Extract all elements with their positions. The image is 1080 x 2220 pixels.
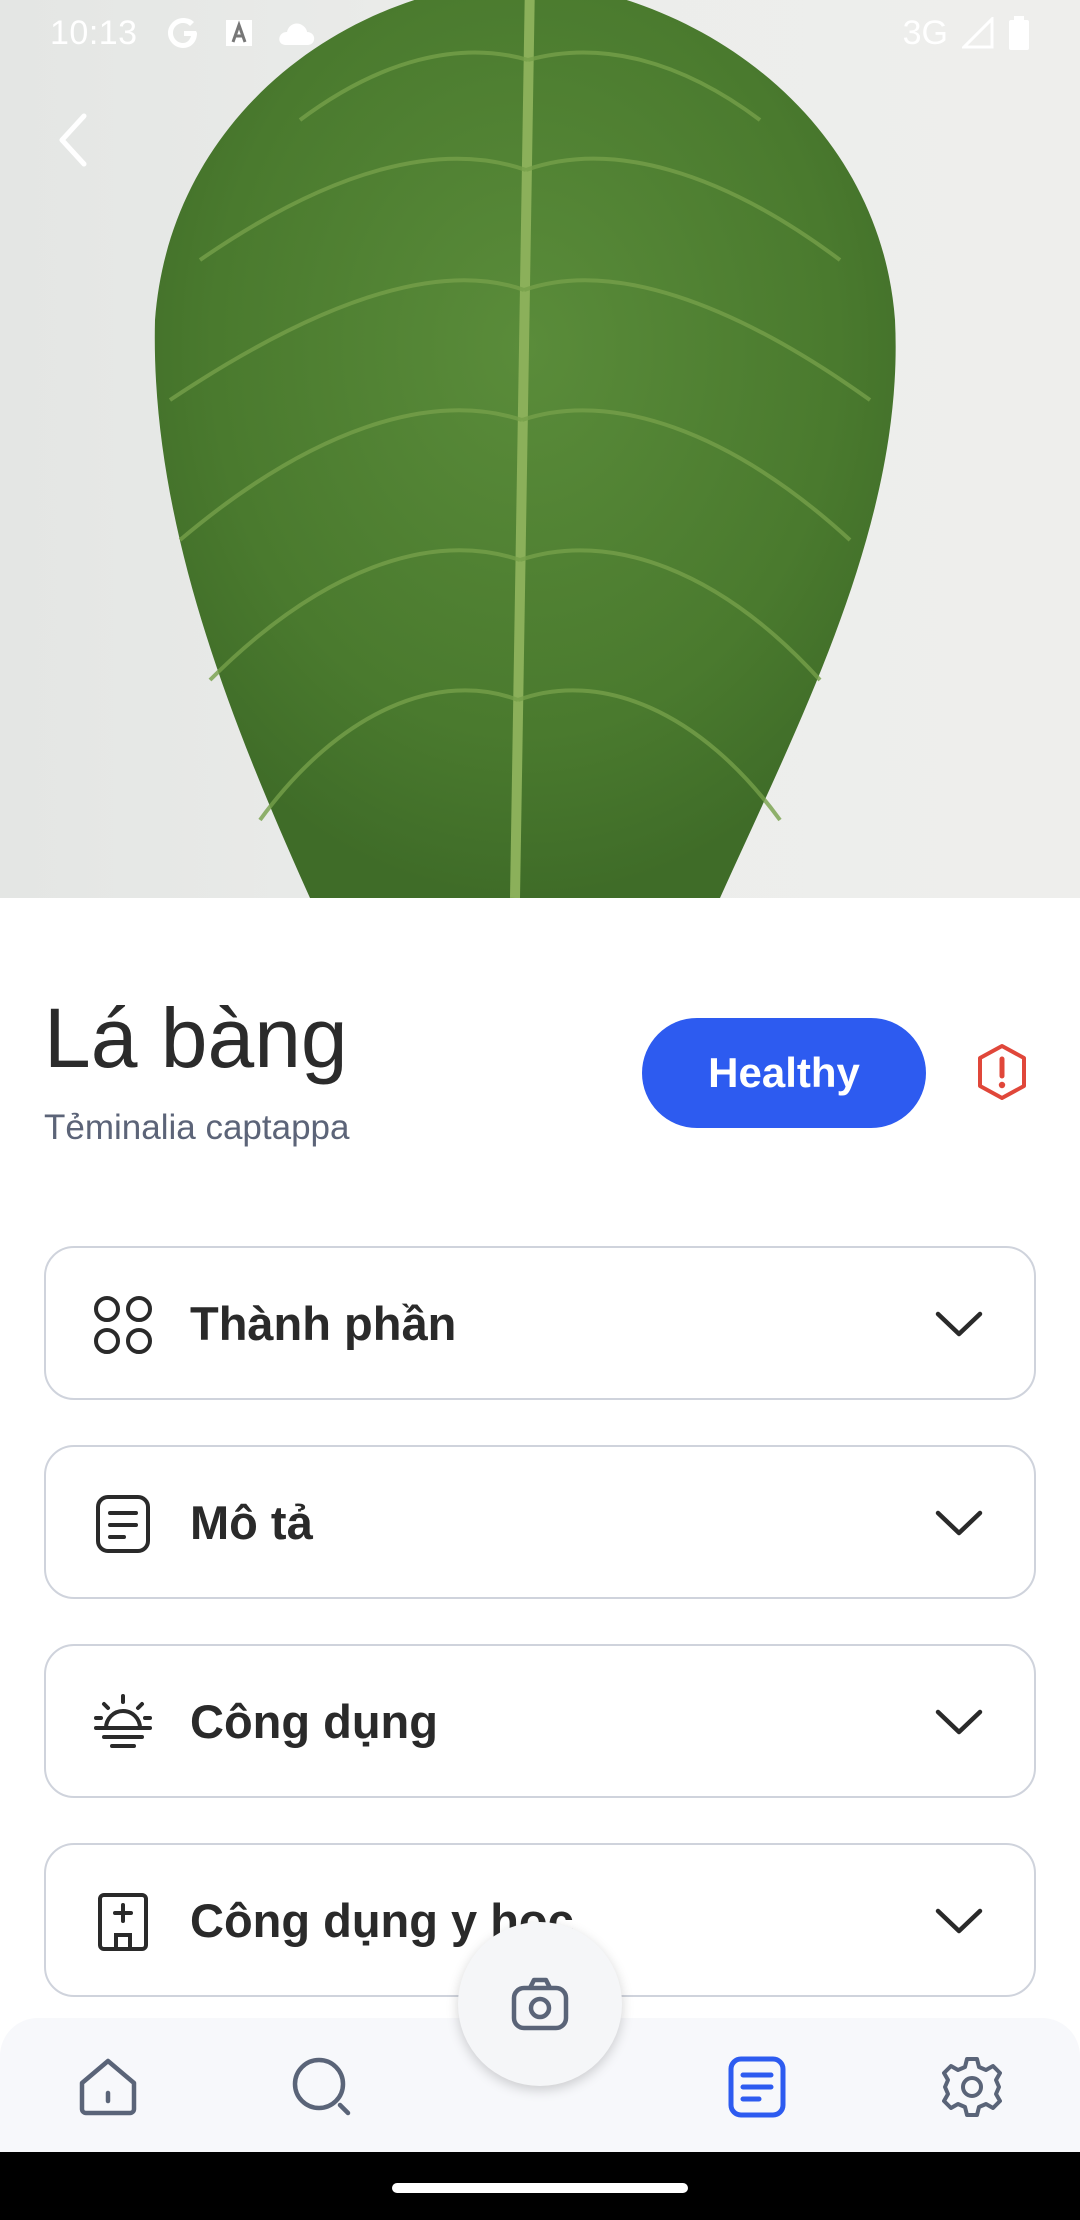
signal-icon xyxy=(962,17,994,49)
plant-name: Lá bàng xyxy=(44,991,348,1085)
font-a-icon xyxy=(225,20,252,46)
document-icon[interactable] xyxy=(725,2055,789,2119)
alert-icon[interactable] xyxy=(972,1042,1032,1102)
section-label: Thành phần xyxy=(190,1296,457,1350)
settings-icon[interactable] xyxy=(940,2055,1004,2119)
status-bar: 10:13 3G xyxy=(0,0,1080,66)
camera-button[interactable] xyxy=(458,1922,622,2086)
sunrise-icon xyxy=(94,1694,152,1748)
chevron-down-icon[interactable] xyxy=(934,1704,984,1740)
section-label: Mô tả xyxy=(190,1495,313,1549)
cloud-icon xyxy=(278,23,314,45)
document-icon xyxy=(96,1495,150,1553)
chevron-down-icon[interactable] xyxy=(934,1306,984,1342)
home-icon[interactable] xyxy=(76,2055,140,2119)
plant-photo xyxy=(0,0,1080,898)
search-icon[interactable] xyxy=(290,2055,354,2119)
grid-icon xyxy=(94,1296,152,1354)
health-status-button[interactable]: Healthy xyxy=(642,1018,926,1128)
section-label: Công dụng xyxy=(190,1694,438,1748)
network-type: 3G xyxy=(902,13,948,52)
camera-icon xyxy=(511,1977,569,2031)
leaf-image xyxy=(154,0,896,898)
google-g-icon xyxy=(167,18,197,48)
plant-scientific-name: Tẻminalia captappa xyxy=(44,1108,350,1147)
status-time: 10:13 xyxy=(50,13,138,52)
back-chevron-icon[interactable] xyxy=(48,104,104,176)
chevron-down-icon[interactable] xyxy=(934,1505,984,1541)
hospital-icon xyxy=(98,1893,148,1951)
section-card-cong-dung[interactable]: Công dụng xyxy=(44,1644,1036,1798)
chevron-down-icon[interactable] xyxy=(934,1903,984,1939)
section-card-thanh-phan[interactable]: Thành phần xyxy=(44,1246,1036,1400)
section-card-mo-ta[interactable]: Mô tả xyxy=(44,1445,1036,1599)
home-gesture-bar[interactable] xyxy=(392,2183,688,2193)
battery-icon xyxy=(1009,16,1029,50)
